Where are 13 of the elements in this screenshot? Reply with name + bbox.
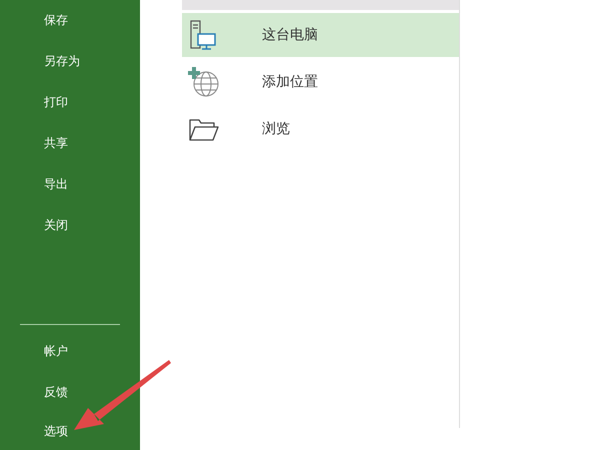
menu-item[interactable]: 关闭: [0, 205, 140, 246]
menu-item[interactable]: 另存为: [0, 41, 140, 82]
place-item[interactable]: 添加位置: [182, 60, 459, 104]
menu-item[interactable]: 导出: [0, 164, 140, 205]
menu-item[interactable]: 选项: [0, 413, 140, 450]
place-item[interactable]: 浏览: [182, 107, 459, 151]
menu-item[interactable]: 保存: [0, 0, 140, 41]
globe-add-icon: [188, 66, 220, 98]
menu-item[interactable]: 反馈: [0, 372, 140, 413]
place-item[interactable]: 这台电脑: [182, 13, 459, 57]
menu-item[interactable]: 共享: [0, 123, 140, 164]
menu-item[interactable]: 帐户: [0, 331, 140, 372]
menu-item[interactable]: 打印: [0, 82, 140, 123]
